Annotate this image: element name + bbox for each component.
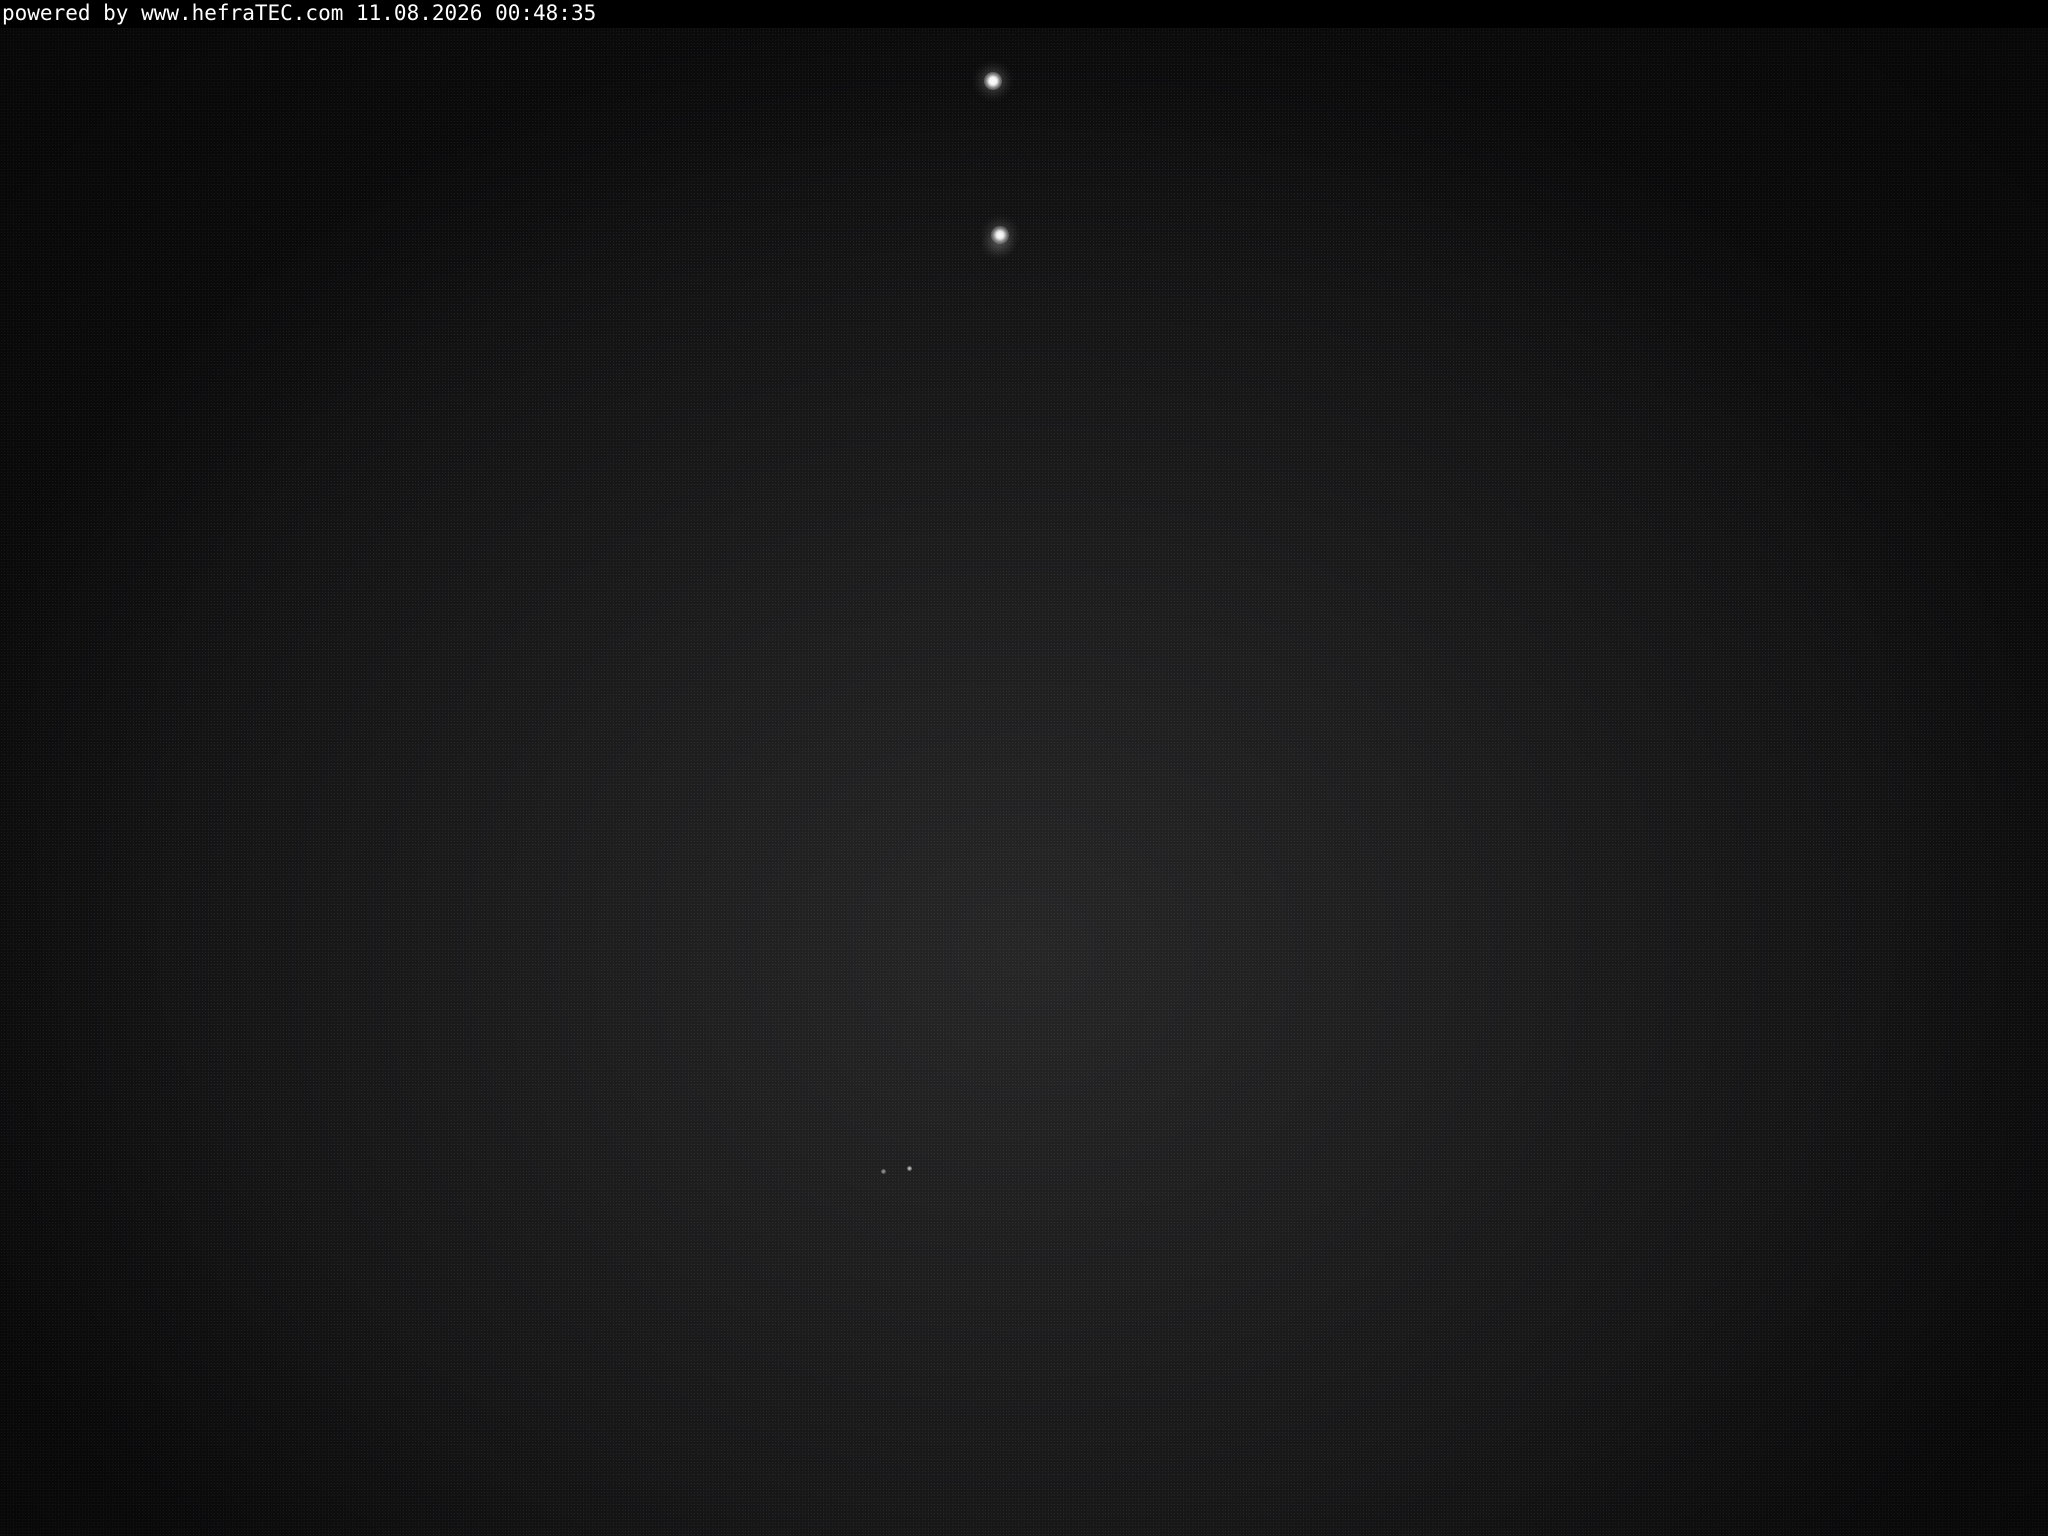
light-point-lower-left — [881, 1169, 886, 1174]
light-point-middle — [991, 226, 1009, 244]
timestamp-caption: powered by www.hefraTEC.com 11.08.2026 0… — [2, 1, 597, 25]
light-point-lower-right — [907, 1166, 912, 1171]
image-vignette — [0, 0, 2048, 1536]
timestamp-bar: powered by www.hefraTEC.com 11.08.2026 0… — [0, 0, 2048, 28]
light-point-upper — [984, 72, 1002, 90]
webcam-image: powered by www.hefraTEC.com 11.08.2026 0… — [0, 0, 2048, 1536]
